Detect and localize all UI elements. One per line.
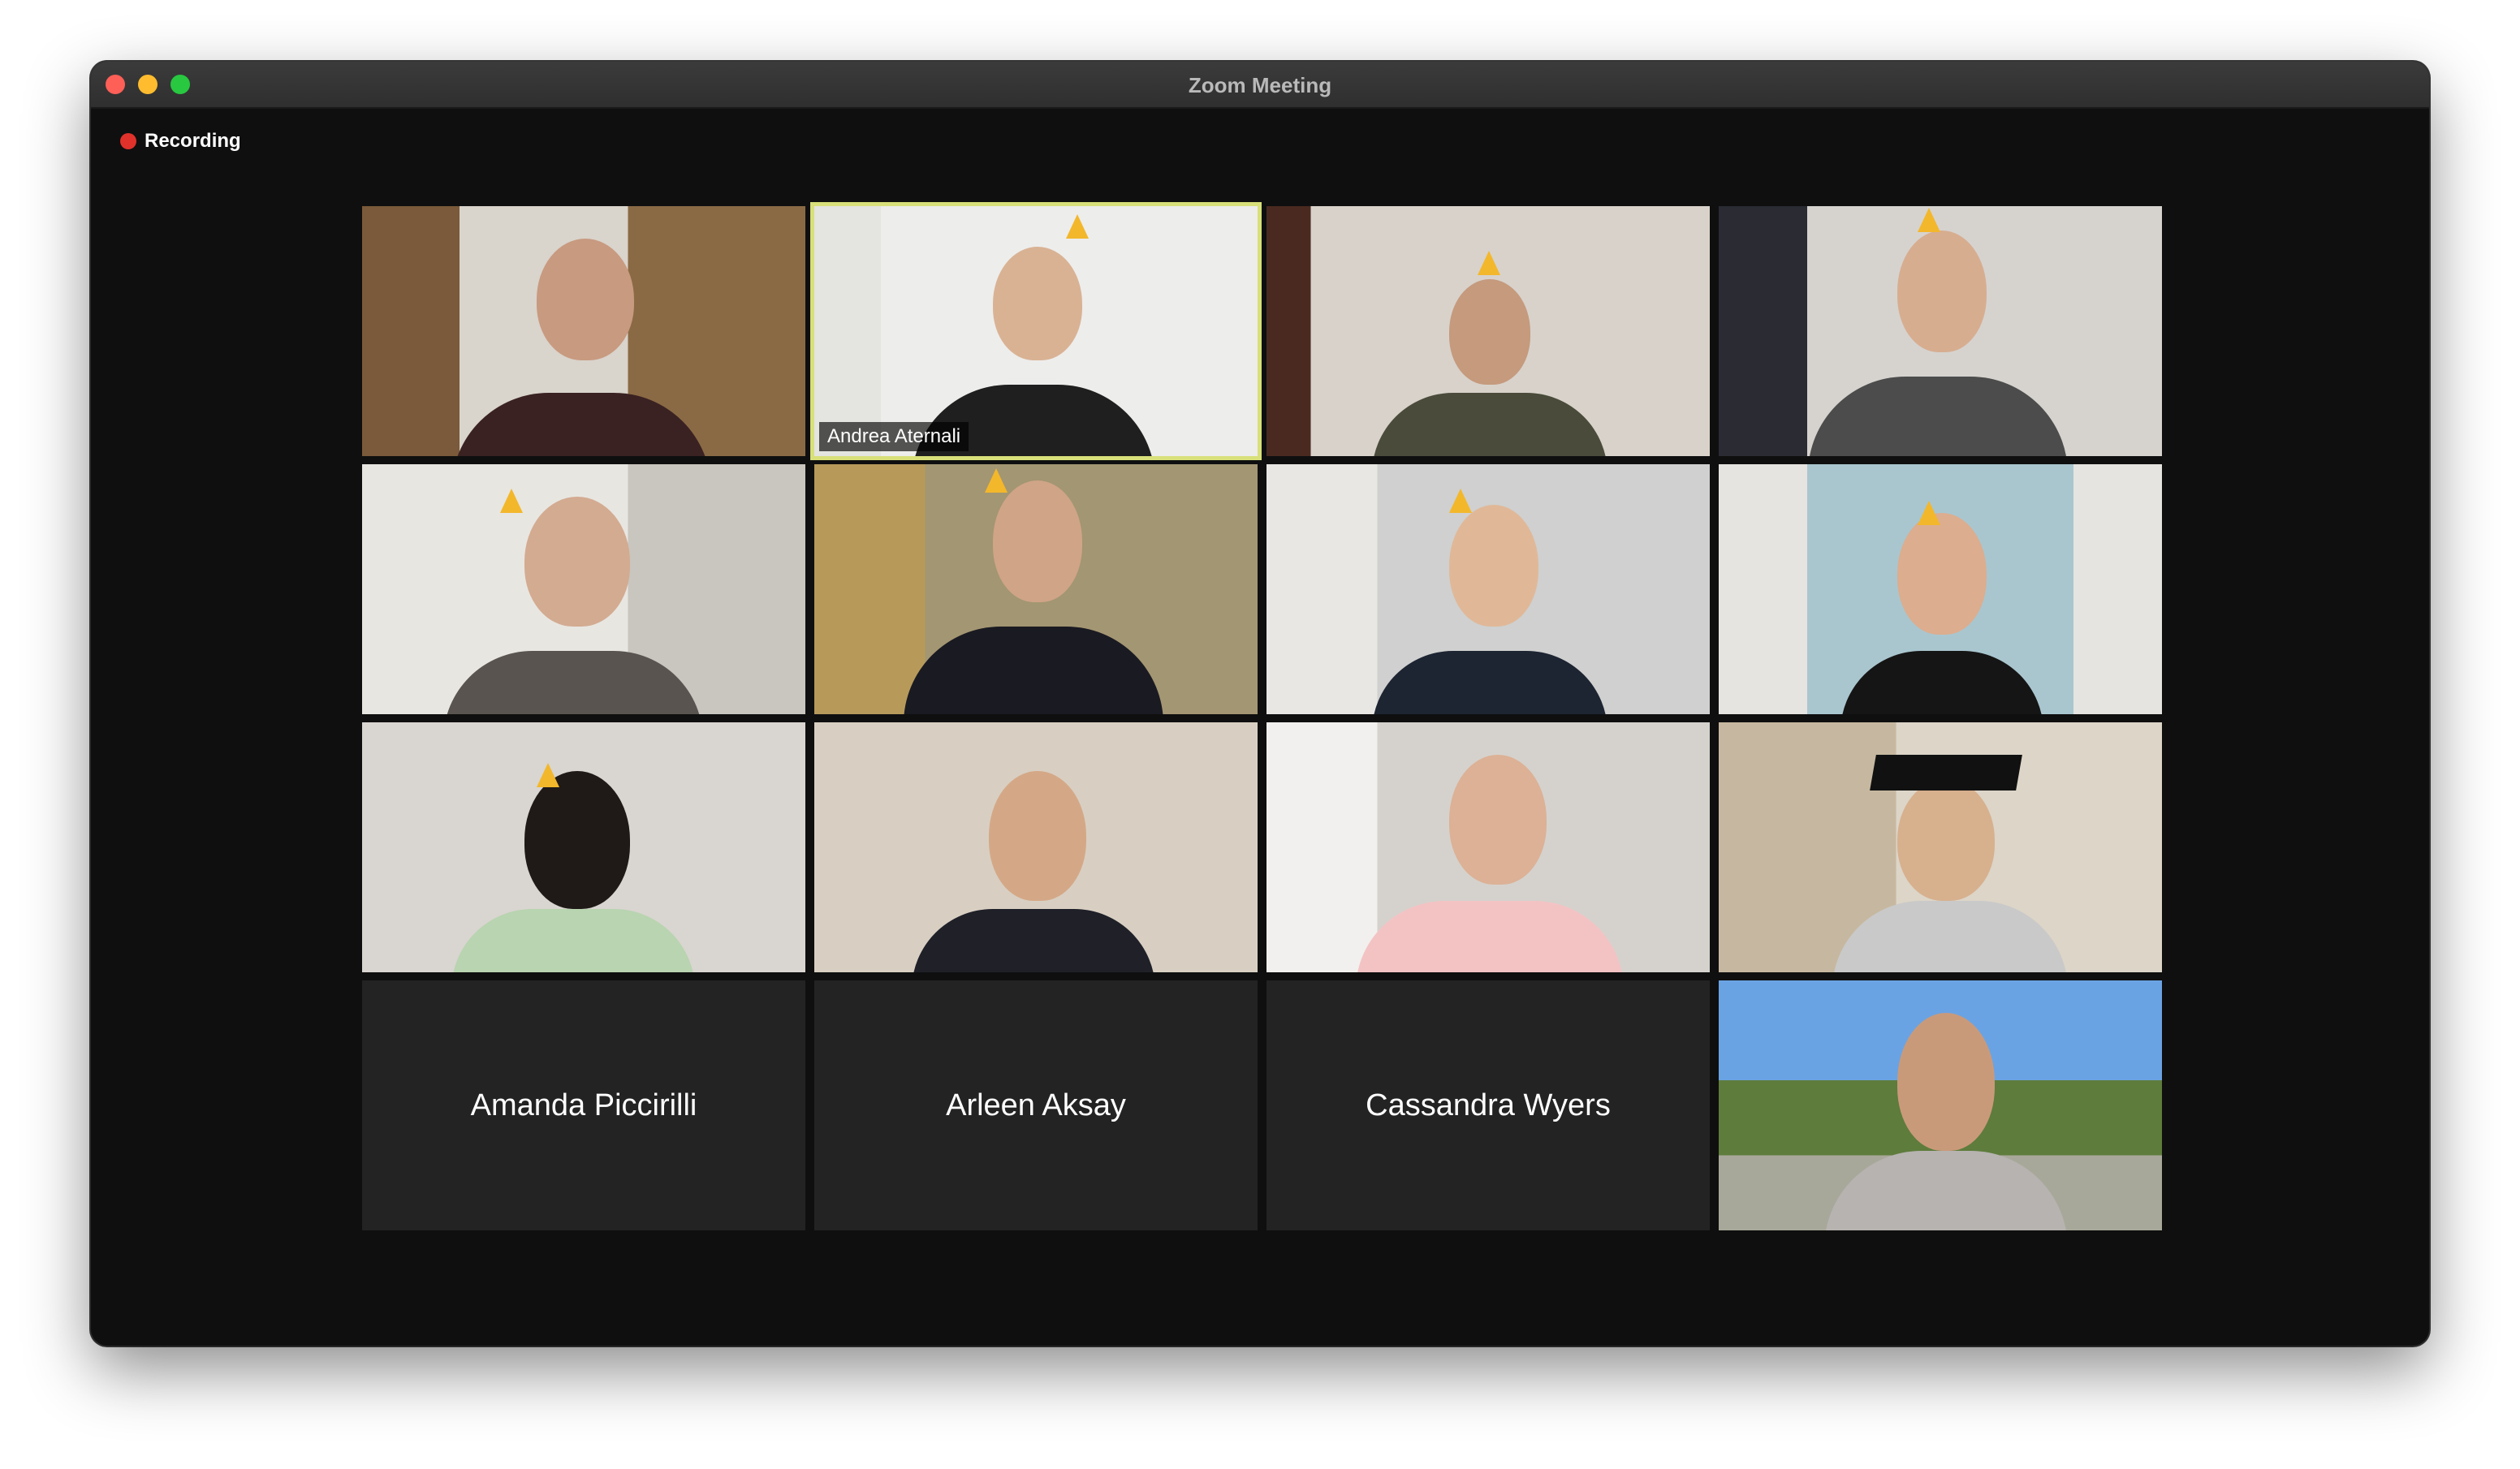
title-bar[interactable]: Zoom Meeting	[91, 62, 2429, 109]
participant-tile[interactable]	[1266, 206, 1710, 456]
participant-name: Arleen Aksay	[946, 1088, 1126, 1122]
recording-label: Recording	[145, 130, 241, 152]
participant-tile[interactable]	[362, 464, 805, 714]
party-hat-icon	[537, 763, 559, 787]
participant-face	[1897, 513, 1987, 635]
participant-tile[interactable]	[362, 206, 805, 456]
party-hat-icon	[1918, 501, 1940, 525]
participant-video	[904, 627, 1163, 714]
window-title: Zoom Meeting	[1188, 73, 1332, 97]
participant-video	[1840, 651, 2043, 714]
participant-tile[interactable]	[1719, 980, 2162, 1230]
graduation-cap-icon	[1870, 755, 2022, 791]
participant-video	[912, 909, 1155, 972]
participant-video	[1824, 1151, 2068, 1230]
participant-video	[451, 393, 711, 456]
participant-name: Amanda Piccirilli	[470, 1088, 697, 1122]
participant-tile[interactable]	[814, 722, 1258, 972]
participant-face	[524, 497, 630, 627]
participant-video	[1372, 393, 1607, 456]
participant-tile[interactable]: Amanda Piccirilli	[362, 980, 805, 1230]
party-hat-icon	[985, 468, 1008, 493]
participant-tile[interactable]: Cassandra Wyers	[1266, 980, 1710, 1230]
participant-name: Cassandra Wyers	[1366, 1088, 1611, 1122]
participant-tile[interactable]: Arleen Aksay	[814, 980, 1258, 1230]
participant-face	[1897, 779, 1995, 901]
participant-face	[1897, 1013, 1995, 1151]
participant-face	[989, 771, 1086, 901]
party-hat-icon	[1478, 251, 1500, 275]
participant-face	[993, 247, 1082, 360]
participant-face	[1449, 505, 1538, 627]
party-hat-icon	[1449, 489, 1472, 513]
participant-tile[interactable]	[1719, 464, 2162, 714]
party-hat-icon	[1066, 214, 1089, 239]
participant-name-label: Andrea Aternali	[819, 422, 969, 451]
participant-tile[interactable]	[814, 464, 1258, 714]
participant-tile[interactable]	[1266, 464, 1710, 714]
participant-video	[443, 651, 703, 714]
participant-tile[interactable]	[1719, 206, 2162, 456]
participant-tile-active-speaker[interactable]: Andrea Aternali	[814, 206, 1258, 456]
participant-video	[1832, 901, 2068, 972]
party-hat-icon	[500, 489, 523, 513]
participant-face	[1897, 230, 1987, 352]
participant-tile[interactable]	[1266, 722, 1710, 972]
recording-indicator[interactable]: Recording	[120, 130, 241, 153]
recording-dot-icon	[120, 133, 136, 149]
participant-face	[537, 239, 634, 360]
participant-face	[1449, 755, 1547, 885]
party-hat-icon	[1918, 208, 1940, 232]
participant-face	[524, 771, 630, 909]
participant-tile[interactable]	[1719, 722, 2162, 972]
participant-video	[1372, 651, 1607, 714]
participant-face	[993, 480, 1082, 602]
participant-tile[interactable]	[362, 722, 805, 972]
participant-video	[451, 909, 695, 972]
participant-video	[1356, 901, 1624, 972]
participant-video	[1808, 377, 2068, 456]
participant-face	[1449, 279, 1530, 385]
zoom-window: Zoom Meeting Recording Andrea Aternali A…	[91, 62, 2429, 1346]
